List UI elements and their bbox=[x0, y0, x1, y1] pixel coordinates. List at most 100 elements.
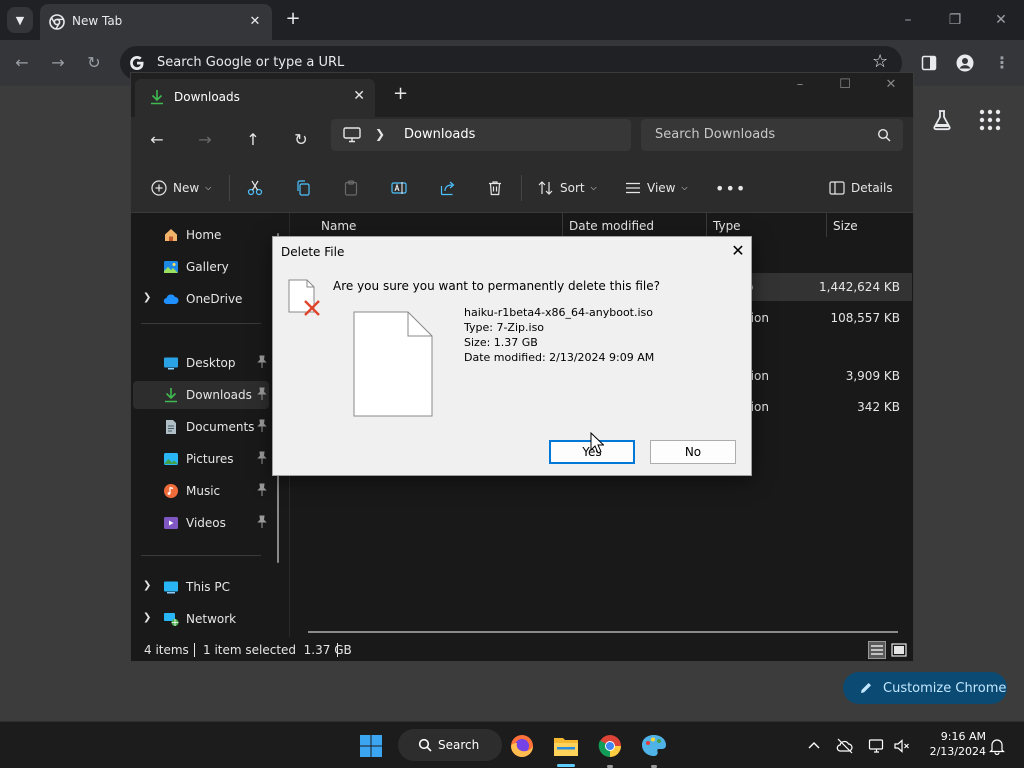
column-header-name[interactable]: Name bbox=[321, 219, 356, 233]
active-app-indicator bbox=[557, 764, 575, 767]
divider bbox=[194, 643, 195, 657]
column-header-size[interactable]: Size bbox=[833, 219, 858, 233]
file-type: Type: 7-Zip.iso bbox=[464, 321, 545, 334]
pin-icon[interactable] bbox=[255, 483, 269, 497]
up-arrow-icon[interactable]: ↑ bbox=[242, 129, 264, 151]
close-icon[interactable]: ✕ bbox=[353, 88, 365, 104]
close-icon[interactable]: ✕ bbox=[246, 13, 264, 31]
chevron-up-icon[interactable] bbox=[805, 737, 823, 755]
chevron-right-icon[interactable]: ❯ bbox=[143, 292, 151, 303]
google-apps-icon[interactable] bbox=[978, 108, 1002, 132]
gallery-icon bbox=[164, 261, 178, 273]
chrome-tab-new-tab[interactable]: New Tab ✕ bbox=[40, 4, 272, 40]
rename-icon[interactable] bbox=[391, 180, 407, 196]
new-tab-button[interactable]: + bbox=[282, 8, 304, 30]
details-button[interactable]: Details bbox=[829, 176, 893, 200]
sidebar-item-desktop[interactable]: Desktop bbox=[133, 349, 269, 377]
onedrive-offline-icon[interactable] bbox=[836, 737, 854, 755]
tab-search-button[interactable]: ▼ bbox=[7, 7, 33, 33]
address-bar[interactable]: ❯ Downloads bbox=[331, 119, 631, 151]
pin-icon[interactable] bbox=[255, 451, 269, 465]
paint-icon[interactable] bbox=[638, 730, 670, 762]
no-button[interactable]: No bbox=[650, 440, 736, 464]
side-panel-icon[interactable] bbox=[921, 55, 937, 71]
downloads-icon bbox=[165, 388, 177, 403]
forward-icon[interactable]: → bbox=[194, 129, 216, 151]
network-tray-icon[interactable] bbox=[868, 737, 886, 755]
chevron-right-icon[interactable]: ❯ bbox=[375, 127, 385, 141]
profile-icon[interactable] bbox=[956, 54, 974, 72]
file-size-cell: 108,557 KB bbox=[830, 311, 900, 325]
column-header-date[interactable]: Date modified bbox=[569, 219, 654, 233]
sidebar-item-videos[interactable]: Videos bbox=[133, 509, 269, 537]
sort-button[interactable]: Sort ⌵ bbox=[538, 176, 597, 200]
divider bbox=[706, 213, 707, 237]
sidebar-item-documents[interactable]: Documents bbox=[133, 413, 269, 441]
more-options-icon[interactable]: ••• bbox=[715, 176, 746, 200]
column-header-type[interactable]: Type bbox=[713, 219, 741, 233]
system-clock[interactable]: 9:16 AM 2/13/2024 bbox=[920, 729, 986, 759]
status-item-count: 4 items bbox=[144, 643, 189, 657]
back-icon[interactable]: ← bbox=[146, 129, 168, 151]
file-icon bbox=[353, 311, 433, 417]
windows-start-icon[interactable] bbox=[355, 730, 387, 762]
tiles-view-icon[interactable] bbox=[890, 641, 908, 659]
more-vert-icon[interactable]: ⋮ bbox=[990, 51, 1014, 75]
customize-chrome-button[interactable]: Customize Chrome bbox=[843, 672, 1007, 704]
taskbar-search-button[interactable]: Search bbox=[398, 729, 502, 761]
refresh-icon[interactable]: ↻ bbox=[290, 129, 312, 151]
view-button[interactable]: View ⌵ bbox=[625, 176, 688, 200]
trash-icon[interactable] bbox=[487, 180, 503, 196]
sidebar-item-home[interactable]: Home bbox=[133, 221, 269, 249]
star-icon[interactable]: ☆ bbox=[872, 53, 890, 71]
copy-icon[interactable] bbox=[295, 180, 311, 196]
pin-icon[interactable] bbox=[255, 515, 269, 529]
sidebar-item-this-pc[interactable]: ❯ This PC bbox=[133, 573, 269, 601]
music-icon bbox=[164, 484, 178, 498]
sidebar-item-onedrive[interactable]: ❯ OneDrive bbox=[133, 285, 269, 313]
details-view-icon[interactable] bbox=[868, 641, 886, 659]
explorer-new-tab-button[interactable]: + bbox=[393, 83, 408, 104]
minimize-button[interactable]: – bbox=[896, 8, 920, 32]
sidebar-item-music[interactable]: Music bbox=[133, 477, 269, 505]
sidebar-item-label: This PC bbox=[186, 580, 230, 594]
firefox-icon[interactable] bbox=[506, 730, 538, 762]
minimize-button[interactable]: – bbox=[788, 77, 812, 97]
chrome-icon[interactable] bbox=[594, 730, 626, 762]
sidebar-item-downloads[interactable]: Downloads bbox=[133, 381, 269, 409]
close-icon[interactable]: ✕ bbox=[729, 242, 747, 260]
file-explorer-icon[interactable] bbox=[550, 730, 582, 762]
videos-icon bbox=[164, 517, 178, 529]
customize-chrome-label: Customize Chrome bbox=[883, 680, 1007, 696]
sidebar-item-network[interactable]: ❯ Network bbox=[133, 605, 269, 633]
sidebar-item-gallery[interactable]: Gallery bbox=[133, 253, 269, 281]
pencil-icon bbox=[861, 683, 871, 693]
cut-icon[interactable] bbox=[247, 180, 263, 196]
sidebar-item-pictures[interactable]: Pictures bbox=[133, 445, 269, 473]
explorer-tab-downloads[interactable]: Downloads ✕ bbox=[135, 79, 375, 117]
chevron-right-icon[interactable]: ❯ bbox=[143, 612, 151, 623]
search-input[interactable]: Search Downloads bbox=[641, 119, 903, 151]
share-icon[interactable] bbox=[440, 180, 456, 196]
close-window-button[interactable]: ✕ bbox=[989, 8, 1013, 32]
paste-icon[interactable] bbox=[343, 180, 359, 196]
labs-flask-icon[interactable] bbox=[930, 108, 954, 132]
explorer-tab-title: Downloads bbox=[174, 90, 240, 104]
forward-icon[interactable]: → bbox=[46, 51, 70, 75]
documents-icon bbox=[166, 420, 176, 434]
pin-icon[interactable] bbox=[255, 387, 269, 401]
chevron-right-icon[interactable]: ❯ bbox=[143, 580, 151, 591]
pin-icon[interactable] bbox=[255, 355, 269, 369]
pin-icon[interactable] bbox=[255, 419, 269, 433]
close-window-button[interactable]: ✕ bbox=[879, 77, 903, 97]
back-icon[interactable]: ← bbox=[10, 51, 34, 75]
divider bbox=[141, 323, 261, 324]
restore-button[interactable]: ❐ bbox=[943, 8, 967, 32]
new-button[interactable]: New ⌵ bbox=[151, 176, 211, 200]
reload-icon[interactable]: ↻ bbox=[82, 51, 106, 75]
notification-bell-icon[interactable] bbox=[988, 737, 1006, 755]
dialog-title: Delete File bbox=[281, 245, 345, 259]
maximize-button[interactable]: ☐ bbox=[833, 77, 857, 97]
volume-muted-icon[interactable] bbox=[893, 737, 911, 755]
horizontal-scrollbar[interactable] bbox=[308, 631, 898, 633]
